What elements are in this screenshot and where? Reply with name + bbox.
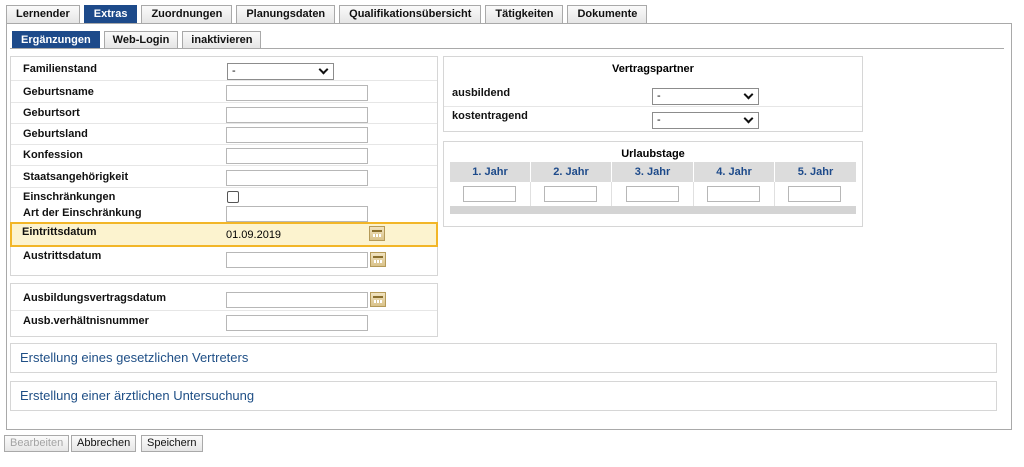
vertragspartner-title: Vertragspartner [612, 63, 694, 75]
abbrechen-button[interactable]: Abbrechen [71, 435, 137, 452]
vertragspartner-panel: Vertragspartner ausbildend - kostentrage… [443, 56, 863, 132]
row-geburtsort: Geburtsort [11, 103, 437, 124]
kostentragend-select[interactable]: - [652, 112, 759, 129]
row-konfession: Konfession [11, 145, 437, 166]
chevron-down-icon [743, 89, 754, 100]
familienstand-select[interactable]: - [227, 63, 334, 80]
speichern-button[interactable]: Speichern [141, 435, 203, 452]
chevron-down-icon [743, 113, 754, 124]
art-einschraenkung-label: Art der Einschränkung [23, 207, 142, 219]
tab-zuordnungen[interactable]: Zuordnungen [141, 5, 233, 24]
urlaubstage-jahr-5-input[interactable] [788, 186, 841, 202]
tab-inaktivieren[interactable]: inaktivieren [182, 31, 262, 49]
bearbeiten-button[interactable]: Bearbeiten [4, 435, 70, 452]
row-familienstand: Familienstand - [11, 57, 437, 81]
tab-planungsdaten[interactable]: Planungsdaten [236, 5, 336, 24]
urlaubstage-col-2-header: 2. Jahr [531, 162, 612, 182]
urlaubstage-jahr-4-input[interactable] [707, 186, 760, 202]
contract-panel: Ausbildungsvertragsdatum Ausb.verhältnis… [10, 283, 438, 337]
row-kostentragend: kostentragend - [444, 107, 862, 131]
geburtsland-label: Geburtsland [23, 128, 88, 140]
urlaubstage-cell-2 [531, 182, 612, 206]
konfession-label: Konfession [23, 149, 83, 161]
familienstand-label: Familienstand [23, 63, 97, 75]
tab-taetigkeiten[interactable]: Tätigkeiten [485, 5, 564, 24]
ausbildend-value: - [657, 90, 661, 102]
section-gesetzlicher-vertreter[interactable]: Erstellung eines gesetzlichen Vertreters [10, 343, 997, 373]
urlaubstage-col-1-header: 1. Jahr [450, 162, 531, 182]
row-staatsangehoerigkeit: Staatsangehörigkeit [11, 166, 437, 188]
section-aerztliche-untersuchung[interactable]: Erstellung einer ärztlichen Untersuchung [10, 381, 997, 411]
calendar-icon[interactable] [369, 226, 385, 241]
row-ausb-verhaeltnisnummer: Ausb.verhältnisnummer [11, 311, 437, 337]
row-geburtsland: Geburtsland [11, 124, 437, 145]
urlaubstage-jahr-1-input[interactable] [463, 186, 516, 202]
eintrittsdatum-row-highlight: Eintrittsdatum 01.09.2019 [10, 222, 438, 247]
urlaubstage-cell-3 [612, 182, 694, 206]
ausbildungsvertragsdatum-label: Ausbildungsvertragsdatum [23, 292, 167, 304]
einschraenkungen-checkbox[interactable] [227, 191, 239, 203]
urlaubstage-col-4-header: 4. Jahr [694, 162, 775, 182]
calendar-icon[interactable] [370, 292, 386, 307]
urlaubstage-col-5-header: 5. Jahr [775, 162, 856, 182]
urlaubstage-jahr-3-input[interactable] [626, 186, 679, 202]
austrittsdatum-label: Austrittsdatum [23, 250, 102, 262]
austrittsdatum-input[interactable] [226, 252, 368, 268]
row-ausbildend: ausbildend - [444, 83, 862, 107]
row-geburtsname: Geburtsname [11, 81, 437, 103]
geburtsname-label: Geburtsname [23, 86, 94, 98]
main-tab-bar: Lernender Extras Zuordnungen Planungsdat… [6, 5, 651, 24]
eintrittsdatum-value[interactable]: 01.09.2019 [226, 229, 281, 241]
tab-web-login[interactable]: Web-Login [103, 31, 179, 49]
tab-extras[interactable]: Extras [83, 5, 138, 24]
urlaubstage-table: 1. Jahr 2. Jahr 3. Jahr 4. Jahr 5. Jahr [450, 162, 856, 218]
tab-ergaenzungen[interactable]: Ergänzungen [12, 31, 100, 49]
ausbildungsvertragsdatum-input[interactable] [226, 292, 368, 308]
tab-qualifikationsuebersicht[interactable]: Qualifikationsübersicht [339, 5, 482, 24]
row-einschraenkungen: Einschränkungen [11, 188, 437, 206]
eintrittsdatum-label: Eintrittsdatum [22, 226, 97, 238]
chevron-down-icon [318, 64, 329, 75]
kostentragend-value: - [657, 114, 661, 126]
urlaubstage-footer-bar [450, 206, 856, 214]
urlaubstage-panel: Urlaubstage 1. Jahr 2. Jahr 3. Jahr 4. J… [443, 141, 863, 227]
geburtsname-input[interactable] [226, 85, 368, 101]
row-austrittsdatum: Austrittsdatum [11, 248, 437, 272]
tab-dokumente[interactable]: Dokumente [567, 5, 648, 24]
urlaubstage-col-3-header: 3. Jahr [612, 162, 694, 182]
geburtsland-input[interactable] [226, 127, 368, 143]
familienstand-value: - [232, 65, 236, 77]
urlaubstage-title: Urlaubstage [621, 148, 685, 160]
section-aerztliche-untersuchung-label: Erstellung einer ärztlichen Untersuchung [20, 388, 255, 403]
ausb-verhaeltnisnummer-label: Ausb.verhältnisnummer [23, 315, 149, 327]
ausb-verhaeltnisnummer-input[interactable] [226, 315, 368, 331]
ausbildend-label: ausbildend [452, 87, 511, 99]
konfession-input[interactable] [226, 148, 368, 164]
urlaubstage-cell-5 [775, 182, 856, 206]
art-einschraenkung-input[interactable] [226, 206, 368, 222]
ausbildend-select[interactable]: - [652, 88, 759, 105]
section-gesetzlicher-vertreter-label: Erstellung eines gesetzlichen Vertreters [20, 350, 249, 365]
urlaubstage-cell-4 [694, 182, 775, 206]
urlaubstage-cell-1 [450, 182, 531, 206]
tab-lernender[interactable]: Lernender [6, 5, 80, 24]
einschraenkungen-label: Einschränkungen [23, 191, 116, 203]
urlaubstage-jahr-2-input[interactable] [544, 186, 597, 202]
geburtsort-label: Geburtsort [23, 107, 80, 119]
geburtsort-input[interactable] [226, 107, 368, 123]
row-ausbildungsvertragsdatum: Ausbildungsvertragsdatum [11, 284, 437, 311]
staatsangehoerigkeit-label: Staatsangehörigkeit [23, 171, 129, 183]
staatsangehoerigkeit-input[interactable] [226, 170, 368, 186]
kostentragend-label: kostentragend [452, 110, 528, 122]
sub-tab-bar: Ergänzungen Web-Login inaktivieren [12, 31, 265, 49]
calendar-icon[interactable] [370, 252, 386, 267]
